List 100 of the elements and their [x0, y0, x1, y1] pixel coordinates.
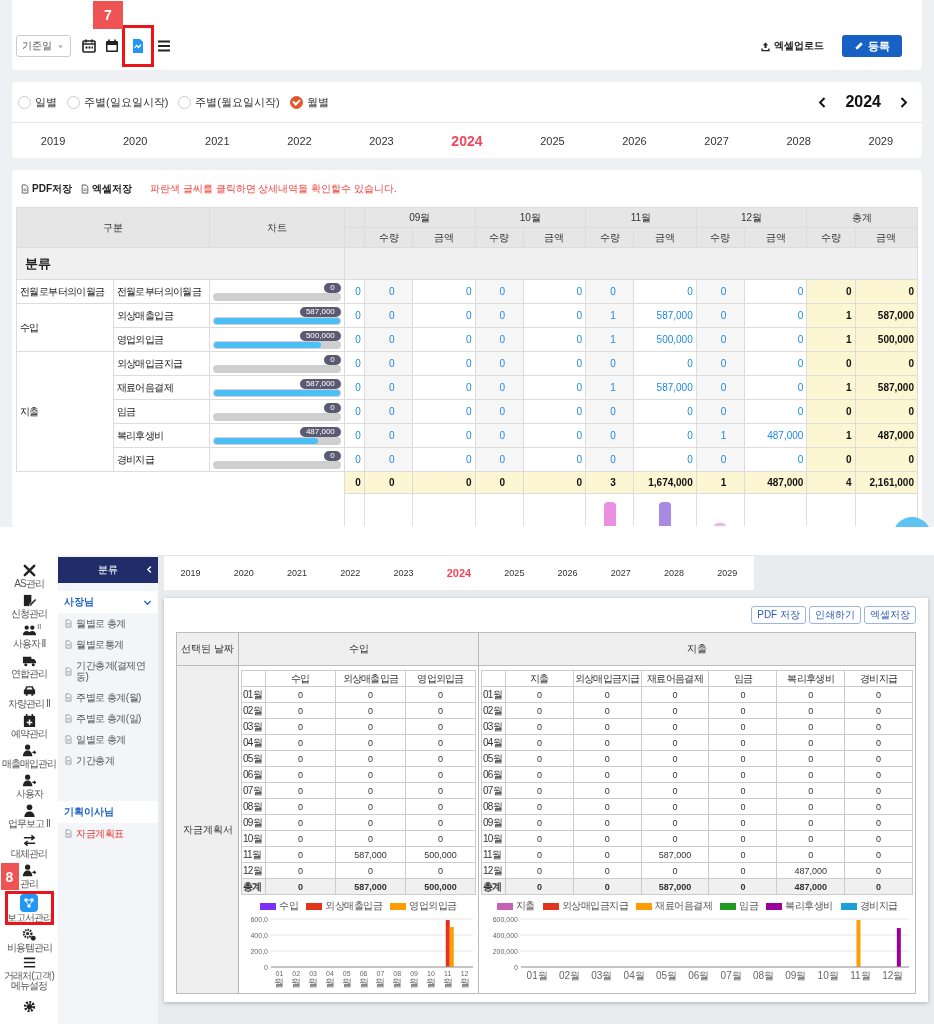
year-tab[interactable]: 2029	[717, 568, 738, 578]
nav-item[interactable]: AS관리	[12, 561, 46, 591]
year-tab[interactable]: 2020	[233, 568, 254, 578]
table-cell[interactable]: 0	[344, 327, 365, 352]
table-cell[interactable]: 0	[744, 327, 807, 352]
table-cell[interactable]: 0	[412, 327, 475, 352]
table-cell[interactable]: 587,000	[633, 303, 697, 328]
excel-save-button[interactable]: 엑셀저장	[80, 182, 136, 196]
table-cell[interactable]: 587,000	[633, 375, 697, 400]
month-label: 05월	[481, 750, 506, 767]
radio-option[interactable]: 주별(월요일시작)	[178, 94, 280, 110]
table-cell[interactable]: 0	[523, 303, 586, 328]
table-cell[interactable]: 0	[523, 375, 586, 400]
table-cell[interactable]: 0	[344, 423, 365, 448]
table-cell[interactable]: 500,000	[633, 327, 697, 352]
table-cell[interactable]: 0	[344, 303, 365, 328]
year-tab[interactable]: 2024	[451, 132, 483, 149]
table-cell[interactable]: 0	[412, 375, 475, 400]
nav-item[interactable]: 차량관리 II	[6, 681, 52, 711]
table-cell[interactable]: 0	[344, 375, 365, 400]
table-cell[interactable]: 0	[523, 399, 586, 424]
table-cell[interactable]: 0	[523, 447, 586, 472]
sidebar-item[interactable]: 기간총계	[58, 750, 158, 771]
year-tab[interactable]: 2022	[287, 134, 312, 147]
year-tab[interactable]: 2020	[122, 134, 148, 147]
year-tab[interactable]: 2022	[340, 568, 361, 578]
table-cell[interactable]: 0	[344, 447, 365, 472]
table-cell[interactable]: 0	[523, 327, 586, 352]
nav-item[interactable]: 업무보고 II	[6, 801, 52, 831]
nav-item[interactable]: 연합관리	[9, 651, 49, 681]
table-cell[interactable]: 0	[412, 423, 475, 448]
nav-item[interactable]: 관리	[18, 861, 40, 891]
table-cell: 0	[573, 766, 642, 783]
year-tab[interactable]: 2021	[205, 134, 230, 147]
table-cell[interactable]: 0	[744, 303, 807, 328]
table-cell[interactable]: 0	[633, 399, 697, 424]
section-header[interactable]: 기획이사님	[58, 801, 158, 823]
year-tab[interactable]: 2024	[446, 567, 472, 579]
table-cell[interactable]: 0	[744, 375, 807, 400]
pdf-save-button[interactable]: PDF 저장	[751, 606, 806, 624]
table-cell[interactable]: 0	[744, 351, 807, 376]
table-cell[interactable]: 0	[633, 279, 697, 304]
excel-upload-link[interactable]: 엑셀업로드	[754, 38, 830, 54]
sidebar-item[interactable]: 월별로 총계	[58, 613, 158, 634]
table-cell[interactable]: 0	[744, 447, 807, 472]
year-tab[interactable]: 2021	[287, 568, 308, 578]
table-cell[interactable]: 487,000	[744, 423, 807, 448]
table-cell[interactable]: 0	[744, 399, 807, 424]
table-cell[interactable]: 0	[523, 351, 586, 376]
sidebar-item[interactable]: 월별로통계	[58, 634, 158, 655]
year-tab[interactable]: 2026	[622, 134, 647, 147]
sidebar-item[interactable]: 주별로 총계(일)	[58, 708, 158, 729]
table-cell[interactable]: 0	[523, 423, 586, 448]
year-tab[interactable]: 2019	[40, 134, 66, 147]
sidebar-item[interactable]: 일별로 총계	[58, 729, 158, 750]
table-cell: 0	[335, 718, 406, 735]
excel-save-button[interactable]: 엑셀저장	[864, 606, 916, 624]
table-cell[interactable]: 0	[633, 351, 697, 376]
nav-item[interactable]: 대체관리	[9, 831, 49, 861]
year-tab[interactable]: 2027	[610, 568, 631, 578]
year-tab[interactable]: 2029	[868, 134, 894, 147]
nav-item[interactable]: 거래처(고객)메뉴설정	[0, 955, 58, 991]
table-cell[interactable]: 0	[412, 303, 475, 328]
date-dropdown[interactable]: 기준일	[16, 35, 71, 57]
table-cell[interactable]: 0	[412, 399, 475, 424]
radio-option[interactable]: 월별	[289, 94, 329, 110]
year-tab[interactable]: 2027	[704, 134, 729, 147]
nav-item[interactable]: 사용자	[13, 771, 45, 801]
year-tab[interactable]: 2026	[557, 568, 578, 578]
register-button[interactable]: 등록	[842, 35, 902, 57]
nav-item[interactable]: 신청관리	[9, 591, 49, 621]
year-tab[interactable]: 2025	[504, 568, 525, 578]
year-tab[interactable]: 2025	[540, 134, 565, 147]
table-cell[interactable]: 0	[344, 399, 365, 424]
table-cell[interactable]: 0	[633, 423, 697, 448]
nav-item[interactable]: 비용템관리	[4, 925, 54, 955]
pdf-save-button[interactable]: PDF저장	[20, 182, 76, 196]
table-cell[interactable]: 0	[344, 279, 365, 304]
print-button[interactable]: 인쇄하기	[809, 606, 861, 624]
sidebar-item[interactable]: 기간총계(결제연동)	[58, 655, 158, 687]
year-tab[interactable]: 2023	[393, 568, 414, 578]
table-cell[interactable]: 0	[412, 279, 475, 304]
year-tab[interactable]: 2028	[786, 134, 811, 147]
table-cell[interactable]: 0	[744, 279, 807, 304]
section-header[interactable]: 사장님	[58, 591, 158, 613]
year-tab[interactable]: 2023	[369, 134, 394, 147]
year-tab[interactable]: 2028	[664, 568, 685, 578]
year-tab[interactable]: 2019	[180, 568, 201, 578]
nav-item[interactable]: 매출매입관리	[0, 741, 58, 771]
table-cell[interactable]: 0	[633, 447, 697, 472]
nav-item[interactable]: 예약관리	[9, 711, 49, 741]
table-cell[interactable]: 0	[344, 351, 365, 376]
table-cell: 0	[709, 782, 777, 799]
radio-option[interactable]: 주별(일요일시작)	[67, 94, 169, 110]
table-cell[interactable]: 0	[412, 351, 475, 376]
radio-option[interactable]: 일별	[18, 94, 57, 110]
sidebar-item[interactable]: 주별로 총계(월)	[58, 687, 158, 708]
table-cell[interactable]: 0	[412, 447, 475, 472]
sidebar-item[interactable]: 자금계획표	[58, 823, 158, 844]
table-cell[interactable]: 0	[523, 279, 586, 304]
